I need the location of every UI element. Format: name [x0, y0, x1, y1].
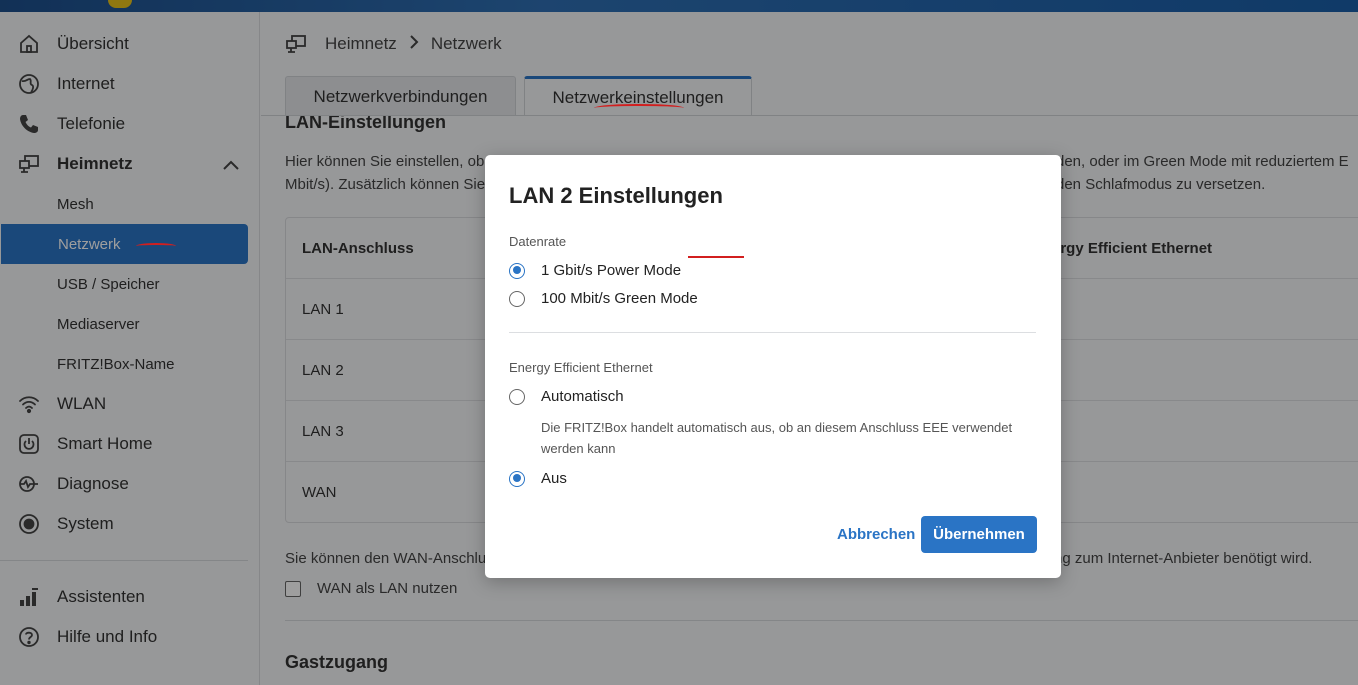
radio-green-mode[interactable]: 100 Mbit/s Green Mode	[509, 290, 698, 307]
radio-button[interactable]	[509, 290, 525, 307]
annotation-underline	[688, 256, 744, 260]
radio-button[interactable]	[509, 388, 525, 405]
radio-label: Automatisch	[541, 388, 624, 405]
eee-hint: Die FRITZ!Box handelt automatisch aus, o…	[541, 420, 1013, 456]
dialog-title: LAN 2 Einstellungen	[509, 183, 723, 208]
datenrate-label: Datenrate	[509, 234, 567, 249]
lan2-settings-dialog: LAN 2 Einstellungen Datenrate 1 Gbit/s P…	[485, 155, 1061, 578]
radio-label: 100 Mbit/s Green Mode	[541, 290, 698, 307]
radio-eee-automatisch[interactable]: Automatisch	[509, 388, 624, 405]
radio-power-mode[interactable]: 1 Gbit/s Power Mode	[509, 262, 681, 279]
annotation-underline	[594, 104, 684, 112]
cancel-button[interactable]: Abbrechen	[825, 516, 927, 553]
radio-label: 1 Gbit/s Power Mode	[541, 262, 682, 279]
annotation-underline	[136, 243, 176, 249]
radio-button-selected[interactable]	[509, 470, 525, 487]
apply-button[interactable]: Übernehmen	[921, 516, 1037, 553]
radio-button-selected[interactable]	[509, 262, 525, 279]
eee-label: Energy Efficient Ethernet	[509, 360, 653, 375]
radio-label: Aus	[541, 470, 567, 487]
dialog-divider	[509, 332, 1036, 333]
radio-eee-aus[interactable]: Aus	[509, 470, 567, 487]
